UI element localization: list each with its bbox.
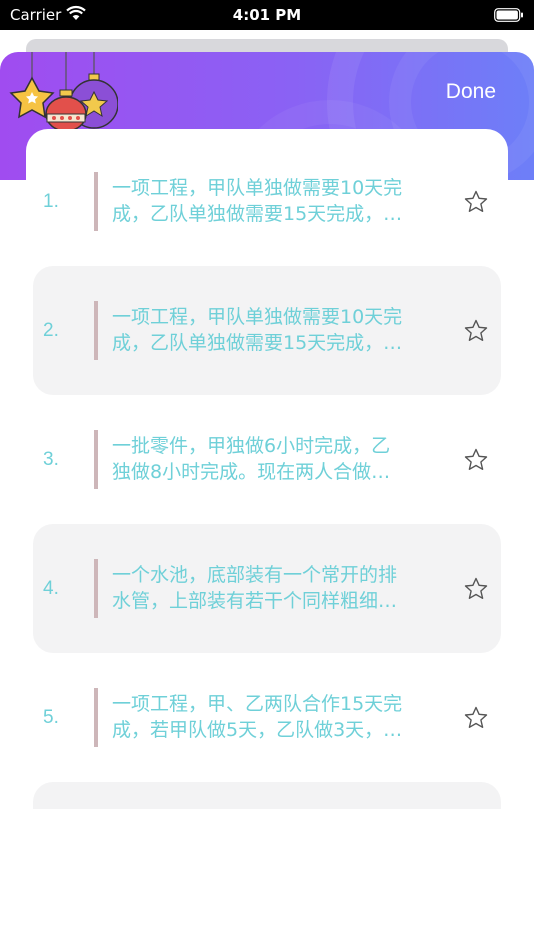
status-time: 4:01 PM	[232, 6, 302, 24]
item-divider-bar	[94, 559, 98, 618]
item-text-line-2: 成，乙队单独做需要15天完成，…	[112, 203, 403, 225]
item-divider-bar	[94, 172, 98, 231]
battery-icon	[494, 8, 523, 22]
item-text-line-1: 一批零件，甲独做6小时完成，乙	[112, 435, 391, 457]
list-item[interactable]	[33, 782, 501, 809]
item-question-text: 一个水池，底部装有一个常开的排 水管，上部装有若干个同样粗细…	[112, 562, 450, 614]
item-text-line-2: 成，若甲队做5天，乙队做3天，…	[112, 719, 403, 741]
item-divider-bar	[94, 301, 98, 360]
item-number: 4.	[43, 578, 59, 599]
favorite-star-icon[interactable]	[463, 189, 489, 215]
question-list-card: 1. 一项工程，甲队单独做需要10天完 成，乙队单独做需要15天完成，… 2. 一项工程…	[26, 129, 508, 809]
done-button[interactable]: Done	[446, 80, 496, 104]
item-number: 1.	[43, 191, 59, 212]
item-text-line-1: 一项工程，甲、乙两队合作15天完	[112, 693, 403, 715]
item-number: 2.	[43, 320, 59, 341]
list-item[interactable]: 1. 一项工程，甲队单独做需要10天完 成，乙队单独做需要15天完成，…	[33, 137, 501, 266]
item-text-line-2: 水管，上部装有若干个同样粗细…	[112, 590, 398, 612]
item-divider-bar	[94, 430, 98, 489]
item-text-line-1: 一个水池，底部装有一个常开的排	[112, 564, 398, 586]
list-item[interactable]: 3. 一批零件，甲独做6小时完成，乙 独做8小时完成。现在两人合做…	[33, 395, 501, 524]
favorite-star-icon[interactable]	[463, 447, 489, 473]
item-question-text: 一项工程，甲队单独做需要10天完 成，乙队单独做需要15天完成，…	[112, 304, 450, 356]
item-question-text: 一项工程，甲、乙两队合作15天完 成，若甲队做5天，乙队做3天，…	[112, 691, 450, 743]
favorite-star-icon[interactable]	[463, 705, 489, 731]
status-bar: Carrier 4:01 PM	[0, 0, 534, 30]
list-item[interactable]: 5. 一项工程，甲、乙两队合作15天完 成，若甲队做5天，乙队做3天，…	[33, 653, 501, 782]
item-number: 3.	[43, 449, 59, 470]
item-text-line-2: 成，乙队单独做需要15天完成，…	[112, 332, 403, 354]
item-question-text: 一批零件，甲独做6小时完成，乙 独做8小时完成。现在两人合做…	[112, 433, 450, 485]
item-text-line-1: 一项工程，甲队单独做需要10天完	[112, 177, 403, 199]
favorite-star-icon[interactable]	[463, 318, 489, 344]
item-number: 5.	[43, 707, 59, 728]
item-divider-bar	[94, 688, 98, 747]
favorite-star-icon[interactable]	[463, 576, 489, 602]
item-question-text: 一项工程，甲队单独做需要10天完 成，乙队单独做需要15天完成，…	[112, 175, 450, 227]
item-text-line-2: 独做8小时完成。现在两人合做…	[112, 461, 391, 483]
list-item[interactable]: 2. 一项工程，甲队单独做需要10天完 成，乙队单独做需要15天完成，…	[33, 266, 501, 395]
list-item[interactable]: 4. 一个水池，底部装有一个常开的排 水管，上部装有若干个同样粗细…	[33, 524, 501, 653]
item-text-line-1: 一项工程，甲队单独做需要10天完	[112, 306, 403, 328]
christmas-ornaments-icon	[9, 52, 118, 132]
